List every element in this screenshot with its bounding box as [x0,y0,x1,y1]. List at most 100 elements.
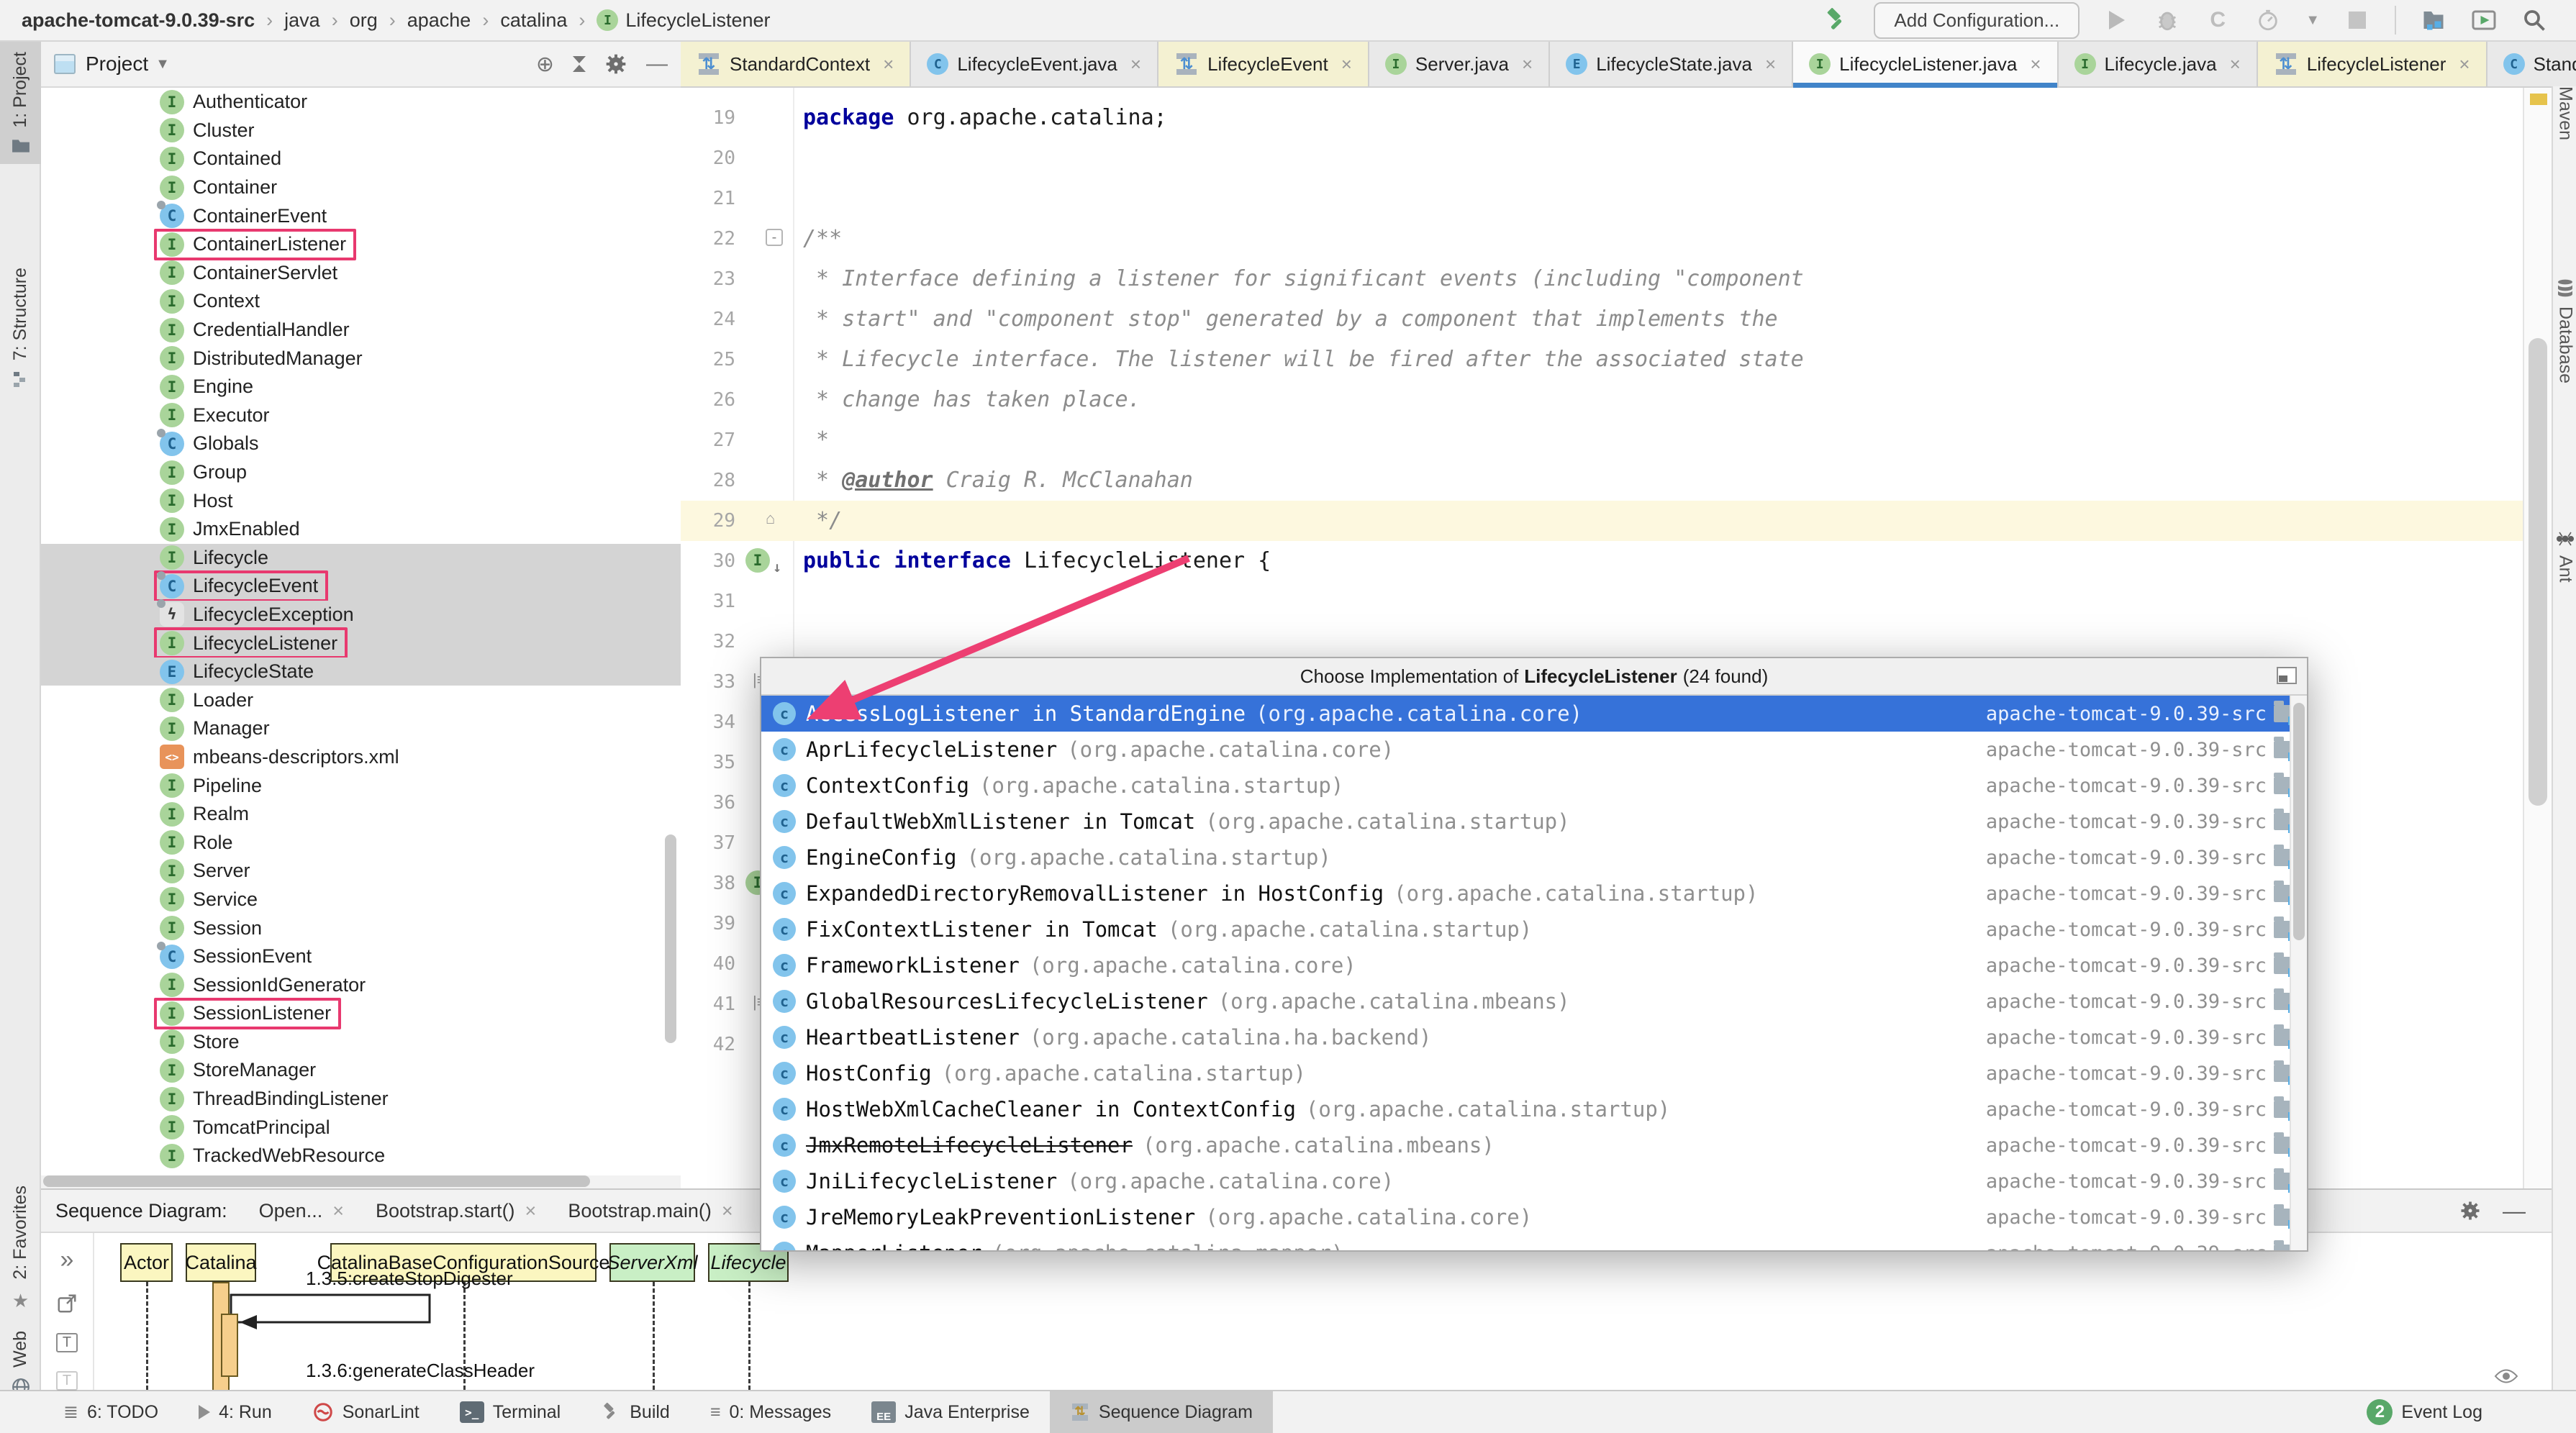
chevron-down-icon[interactable]: ▼ [155,56,170,73]
locate-file-icon[interactable]: ⊕ [536,52,554,77]
eye-icon[interactable] [2494,1368,2518,1384]
tree-item-loader[interactable]: ILoader [41,686,681,714]
tree-item-authenticator[interactable]: IAuthenticator [41,88,681,117]
tree-item-lifecyclestate[interactable]: ELifecycleState [41,658,681,686]
build-hammer-icon[interactable] [1823,7,1849,33]
export-text-icon[interactable]: T [56,1333,78,1352]
close-icon[interactable]: × [1522,53,1533,76]
project-tree-horizontal-scrollbar[interactable] [43,1175,590,1187]
tree-item-trackedwebresource[interactable]: ITrackedWebResource [41,1142,681,1170]
close-icon[interactable]: × [2459,53,2470,76]
run-icon[interactable] [2104,7,2130,33]
popup-item-jmxremotelifecyclelistener[interactable]: cJmxRemoteLifecycleListener(org.apache.c… [761,1127,2307,1163]
profiler-icon[interactable] [2255,7,2281,33]
tree-item-distributedmanager[interactable]: IDistributedManager [41,344,681,373]
sequence-tab-1[interactable]: Bootstrap.start()× [376,1200,536,1222]
tree-item-sessionidgenerator[interactable]: ISessionIdGenerator [41,970,681,999]
close-icon[interactable]: × [1765,53,1776,76]
tree-item-containerlistener[interactable]: IContainerListener [41,230,681,259]
tab-lifecyclelistener-java[interactable]: ILifecycleListener.java× [1793,42,2058,86]
tree-item-mbeans-descriptors-xml[interactable]: <>mbeans-descriptors.xml [41,743,681,772]
tree-item-session[interactable]: ISession [41,914,681,942]
status-item-sequence-diagram[interactable]: ⇅Sequence Diagram [1050,1391,1273,1433]
collapse-all-icon[interactable] [573,56,586,72]
editor-error-stripe[interactable] [2523,88,2552,1188]
sidebar-item-project[interactable]: 1: Project [0,42,41,164]
popup-item-accessloglistener[interactable]: cAccessLogListener in StandardEngine(org… [761,696,2307,732]
sequence-tab-0[interactable]: Open...× [259,1200,344,1222]
popup-item-globalresourceslifecyclelistener[interactable]: cGlobalResourcesLifecycleListener(org.ap… [761,983,2307,1019]
tree-item-executor[interactable]: IExecutor [41,401,681,430]
tree-item-lifecycleexception[interactable]: ϟLifecycleException [41,601,681,629]
close-icon[interactable]: × [1341,53,1352,76]
popup-item-jnilifecyclelistener[interactable]: cJniLifecycleListener(org.apache.catalin… [761,1163,2307,1199]
status-item-0-messages[interactable]: ≡0: Messages [690,1391,851,1433]
export-text-alt-icon[interactable]: T [56,1371,78,1391]
tree-item-realm[interactable]: IRealm [41,800,681,829]
debug-bug-icon[interactable] [2154,7,2180,33]
popup-item-fixcontextlistener[interactable]: cFixContextListener in Tomcat(org.apache… [761,911,2307,947]
tree-item-group[interactable]: IGroup [41,458,681,487]
tree-item-lifecyclelistener[interactable]: ILifecycleListener [41,629,681,658]
popup-item-heartbeatlistener[interactable]: cHeartbeatListener(org.apache.catalina.h… [761,1019,2307,1055]
implementations-icon[interactable]: I [745,548,770,573]
popup-item-hostwebxmlcachecleaner[interactable]: cHostWebXmlCacheCleaner in ContextConfig… [761,1091,2307,1127]
status-item-java-enterprise[interactable]: EEJava Enterprise [851,1391,1050,1433]
status-item-sonarlint[interactable]: SonarLint [292,1391,440,1433]
breadcrumb-segment[interactable]: java [284,9,320,32]
breadcrumb-segment[interactable]: org [350,9,378,32]
tab-server-java[interactable]: IServer.java× [1369,42,1550,86]
project-panel-title[interactable]: Project [86,53,148,76]
participant-catalina[interactable]: Catalina [186,1243,256,1282]
search-everywhere-icon[interactable] [2521,7,2547,33]
popup-item-jrememoryleakpreventionlistener[interactable]: cJreMemoryLeakPreventionListener(org.apa… [761,1199,2307,1235]
breadcrumb-segment[interactable]: apache-tomcat-9.0.39-src [22,9,255,32]
expand-toolbar-icon[interactable]: » [60,1246,74,1274]
popup-item-engineconfig[interactable]: cEngineConfig(org.apache.catalina.startu… [761,840,2307,875]
breadcrumb-segment[interactable]: apache [407,9,471,32]
tree-item-context[interactable]: IContext [41,287,681,316]
tree-item-host[interactable]: IHost [41,486,681,515]
participant-serverxml[interactable]: ServerXml [609,1243,695,1282]
sidebar-item-database[interactable]: Database [2553,279,2576,383]
tree-item-engine[interactable]: IEngine [41,373,681,401]
project-tree-vertical-scrollbar[interactable] [665,834,676,1043]
close-icon[interactable]: × [525,1200,537,1222]
sidebar-item-ant[interactable]: Ant [2553,531,2576,583]
gear-icon[interactable] [2459,1200,2481,1222]
tree-item-threadbindinglistener[interactable]: IThreadBindingListener [41,1085,681,1114]
sidebar-item-structure[interactable]: 7: Structure [0,258,41,398]
sidebar-item-favorites[interactable]: 2: Favorites ★ [0,1175,41,1322]
fold-icon[interactable]: - [766,229,783,246]
tree-item-containerevent[interactable]: CContainerEvent [41,201,681,230]
tab-lifecycleevent-java[interactable]: CLifecycleEvent.java× [911,42,1158,86]
popup-item-mapperlistener[interactable]: cMapperListener(org.apache.catalina.mapp… [761,1235,2307,1252]
status-item-build[interactable]: Build [581,1391,690,1433]
popup-item-hostconfig[interactable]: cHostConfig(org.apache.catalina.startup)… [761,1055,2307,1091]
close-icon[interactable]: × [722,1200,733,1222]
hide-panel-icon[interactable]: — [646,52,668,76]
warning-stripe-mark[interactable] [2530,94,2547,105]
stop-icon[interactable] [2344,7,2370,33]
tree-item-sessionlistener[interactable]: ISessionListener [41,999,681,1028]
project-structure-icon[interactable] [2421,7,2446,33]
close-icon[interactable]: × [883,53,894,76]
coverage-icon[interactable]: C [2205,7,2231,33]
tree-item-sessionevent[interactable]: CSessionEvent [41,942,681,971]
event-log[interactable]: 2 Event Log [2367,1399,2576,1425]
tree-item-storemanager[interactable]: IStoreManager [41,1056,681,1085]
run-anything-icon[interactable] [2471,7,2497,33]
tree-item-lifecycleevent[interactable]: CLifecycleEvent [41,572,681,601]
tree-item-containerservlet[interactable]: IContainerServlet [41,259,681,288]
popup-item-aprlifecyclelistener[interactable]: cAprLifecycleListener(org.apache.catalin… [761,732,2307,768]
tree-item-lifecycle[interactable]: ILifecycle [41,544,681,573]
popup-scrollbar-thumb[interactable] [2293,703,2305,940]
tree-item-pipeline[interactable]: IPipeline [41,771,681,800]
participant-actor[interactable]: Actor [120,1243,173,1282]
popup-scrollbar[interactable] [2290,696,2307,1250]
hide-panel-icon[interactable]: — [2503,1198,2526,1224]
tree-item-cluster[interactable]: ICluster [41,117,681,145]
popup-item-defaultwebxmllistener[interactable]: cDefaultWebXmlListener in Tomcat(org.apa… [761,804,2307,840]
tab-lifecycleevent[interactable]: ⇅LifecycleEvent× [1158,42,1369,86]
fold-end-icon[interactable]: ⌂ [766,509,775,528]
